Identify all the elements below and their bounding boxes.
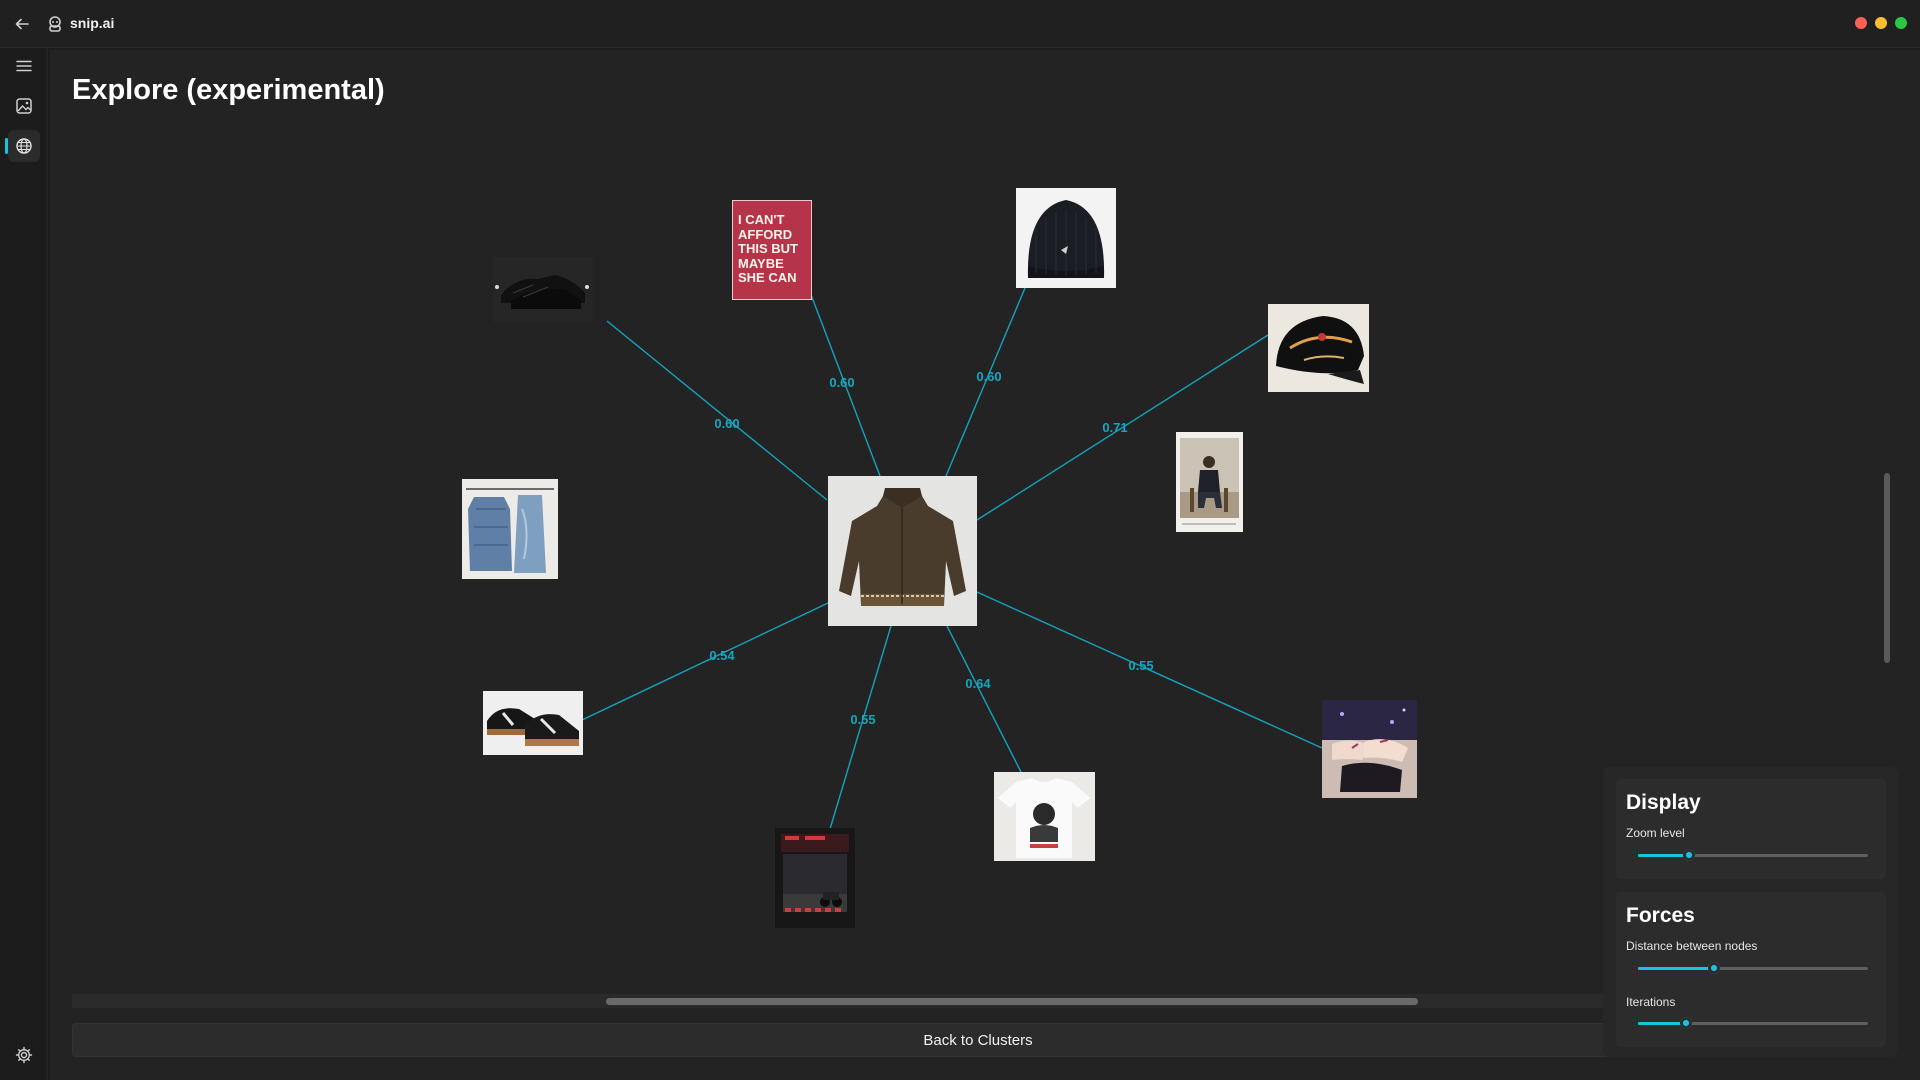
close-window-button[interactable] bbox=[1855, 17, 1867, 29]
gum-sneakers-thumbnail bbox=[483, 691, 583, 755]
iterations-slider[interactable] bbox=[1638, 1016, 1868, 1030]
menu-icon bbox=[16, 60, 32, 72]
graph-node-poster[interactable]: I CAN'T AFFORD THIS BUT MAYBE SHE CAN bbox=[732, 200, 812, 300]
sidebar-item-images[interactable] bbox=[8, 90, 40, 122]
settings-button[interactable] bbox=[12, 1043, 36, 1067]
slider-fill bbox=[1638, 1022, 1687, 1025]
zoom-label: Zoom level bbox=[1626, 826, 1685, 840]
cap-thumbnail bbox=[1268, 304, 1369, 392]
sneakers-thumbnail bbox=[493, 257, 593, 322]
slider-thumb-dot bbox=[1710, 965, 1717, 971]
title-bar: snip.ai bbox=[0, 0, 1920, 48]
edge-tshirt: 0.64 bbox=[946, 625, 1022, 773]
graph-node-cap[interactable] bbox=[1268, 304, 1369, 392]
distance-label: Distance between nodes bbox=[1626, 939, 1758, 953]
illustration-thumbnail bbox=[1322, 700, 1417, 798]
street-photo-thumbnail bbox=[775, 828, 855, 928]
poster-line: AFFORD bbox=[738, 226, 793, 242]
edge-label: 0.60 bbox=[714, 416, 739, 431]
app-name: snip.ai bbox=[70, 15, 115, 31]
poster-line: I CAN'T bbox=[738, 212, 785, 227]
edge-illustration: 0.55 bbox=[976, 591, 1323, 749]
maximize-window-button[interactable] bbox=[1895, 17, 1907, 29]
edge-label: 0.71 bbox=[1102, 420, 1127, 435]
edge-label: 0.60 bbox=[829, 375, 854, 390]
edge-street-photo: 0.55 bbox=[829, 625, 892, 830]
graph-node-beanie[interactable] bbox=[1016, 188, 1116, 288]
gear-icon bbox=[15, 1046, 33, 1064]
graph-node-street-photo[interactable] bbox=[775, 828, 855, 928]
vertical-scrollbar-thumb[interactable] bbox=[1884, 473, 1890, 663]
tshirt-thumbnail bbox=[994, 772, 1095, 861]
sidebar-item-explore[interactable] bbox=[5, 130, 40, 162]
edge-label: 0.55 bbox=[1128, 658, 1153, 673]
sidebar-menu-button[interactable] bbox=[8, 50, 40, 82]
poster-line: MAYBE bbox=[738, 255, 784, 271]
edge-label: 0.64 bbox=[965, 676, 991, 691]
person-photo-thumbnail bbox=[1176, 432, 1243, 532]
app-logo-icon bbox=[46, 15, 64, 33]
graph-node-tshirt[interactable] bbox=[994, 772, 1095, 861]
graph-node-center[interactable] bbox=[828, 476, 977, 626]
graph-node-person-chair[interactable] bbox=[1176, 432, 1243, 532]
forces-heading: Forces bbox=[1626, 904, 1695, 927]
page-title: Explore (experimental) bbox=[72, 74, 385, 106]
globe-icon bbox=[16, 138, 32, 154]
poster-line: THIS BUT bbox=[738, 241, 798, 256]
slider-thumb-dot bbox=[1685, 852, 1692, 858]
beanie-thumbnail bbox=[1016, 188, 1116, 288]
distance-slider[interactable] bbox=[1638, 961, 1868, 975]
image-icon bbox=[16, 98, 32, 114]
back-arrow-button[interactable] bbox=[10, 12, 34, 36]
display-section: Display Zoom level bbox=[1616, 779, 1886, 879]
edge-sneakers-black: 0.60 bbox=[606, 320, 828, 501]
poster-line: SHE CAN bbox=[738, 270, 797, 285]
forces-section: Forces Distance between nodes Iterations bbox=[1616, 892, 1886, 1047]
edge-label: 0.55 bbox=[850, 712, 875, 727]
active-indicator bbox=[5, 138, 8, 154]
graph-node-sneakers-gum[interactable] bbox=[483, 691, 583, 755]
iterations-label: Iterations bbox=[1626, 995, 1676, 1009]
back-arrow-icon bbox=[15, 18, 29, 30]
horizontal-scrollbar-thumb[interactable] bbox=[606, 998, 1418, 1005]
zoom-slider[interactable] bbox=[1638, 848, 1868, 862]
slider-fill bbox=[1638, 967, 1714, 970]
poster-text: I CAN'T AFFORD THIS BUT MAYBE SHE CAN bbox=[733, 201, 811, 286]
graph-node-illustration[interactable] bbox=[1322, 700, 1417, 798]
graph-node-denim-jacket[interactable] bbox=[462, 479, 558, 579]
graph-node-sneakers-black[interactable] bbox=[493, 257, 593, 322]
sidebar bbox=[0, 48, 48, 1080]
controls-panel: Display Zoom level Forces Distance betwe… bbox=[1603, 767, 1898, 1057]
edge-sneakers-gum: 0.54 bbox=[581, 602, 829, 721]
jacket-thumbnail bbox=[828, 476, 977, 626]
edge-label: 0.54 bbox=[709, 648, 735, 663]
minimize-window-button[interactable] bbox=[1875, 17, 1887, 29]
display-heading: Display bbox=[1626, 791, 1701, 814]
edge-label: 0.60 bbox=[976, 369, 1001, 384]
denim-thumbnail bbox=[462, 479, 558, 579]
slider-fill bbox=[1638, 854, 1689, 857]
